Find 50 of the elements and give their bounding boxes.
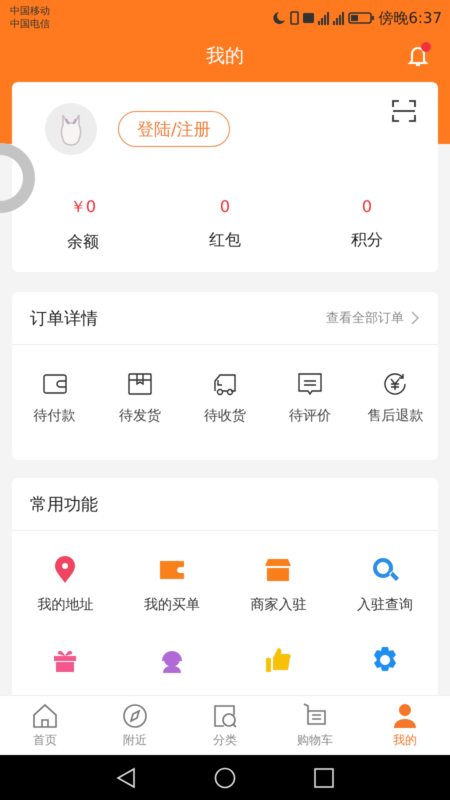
- section-title: 订单详情: [30, 308, 98, 330]
- box-icon[interactable]: [126, 371, 153, 397]
- scan-icon[interactable]: [392, 100, 416, 122]
- signal-icon: [318, 12, 330, 24]
- tab[interactable]: 我的: [360, 696, 450, 755]
- battery-icon: [348, 12, 374, 24]
- function-label: 我的买单: [144, 596, 200, 614]
- message-icon[interactable]: [297, 371, 324, 397]
- moon-icon: [272, 11, 286, 25]
- tab[interactable]: 分类: [180, 696, 270, 755]
- store-icon[interactable]: [264, 556, 292, 584]
- function-label: 我的地址: [37, 596, 94, 614]
- chevron-right-icon: [410, 311, 420, 325]
- back-icon[interactable]: [116, 766, 136, 788]
- view-all-orders-link[interactable]: 查看全部订单: [326, 309, 420, 327]
- order-status-label: 待评价: [289, 407, 332, 425]
- search-icon[interactable]: [370, 556, 399, 584]
- avatar-icon: [45, 103, 97, 155]
- person-icon: [391, 702, 419, 730]
- signal-icon: [333, 12, 344, 24]
- compass-icon: [121, 702, 149, 730]
- tab[interactable]: 附近: [90, 696, 180, 755]
- clock-time: 傍晚6:37: [378, 8, 442, 28]
- carrier-name: 中国电信: [10, 18, 50, 31]
- stat-value: 0: [220, 197, 230, 216]
- page-title: 我的: [206, 44, 244, 69]
- stat-label: 余额: [67, 232, 99, 253]
- recent-apps-icon[interactable]: [314, 768, 334, 788]
- stat-label: 积分: [351, 230, 383, 251]
- tab[interactable]: 首页: [0, 696, 90, 755]
- login-register-button[interactable]: 登陆/注册: [118, 111, 230, 147]
- section-title: 常用功能: [30, 494, 98, 516]
- function-label: 商家入驻: [250, 596, 306, 614]
- vibrate-icon: [290, 11, 300, 25]
- notification-bell-icon[interactable]: [406, 42, 432, 68]
- tab[interactable]: 购物车: [270, 696, 360, 755]
- order-status-label: 售后退款: [367, 407, 424, 425]
- stat-value: ￥0: [70, 197, 96, 218]
- order-status-label: 待付款: [34, 407, 76, 425]
- refund-icon[interactable]: [382, 371, 408, 397]
- thumbs-up-icon[interactable]: [264, 646, 292, 674]
- home-circle-icon[interactable]: [214, 766, 236, 788]
- home-icon: [31, 702, 59, 730]
- search-icon: [211, 702, 239, 730]
- order-status-label: 待收货: [204, 407, 246, 425]
- carrier-name: 中国移动: [10, 5, 50, 18]
- stat-label: 红包: [209, 230, 241, 251]
- stat-value: 0: [362, 197, 372, 216]
- function-label: 入驻查询: [356, 596, 413, 614]
- order-status-label: 待发货: [118, 407, 161, 425]
